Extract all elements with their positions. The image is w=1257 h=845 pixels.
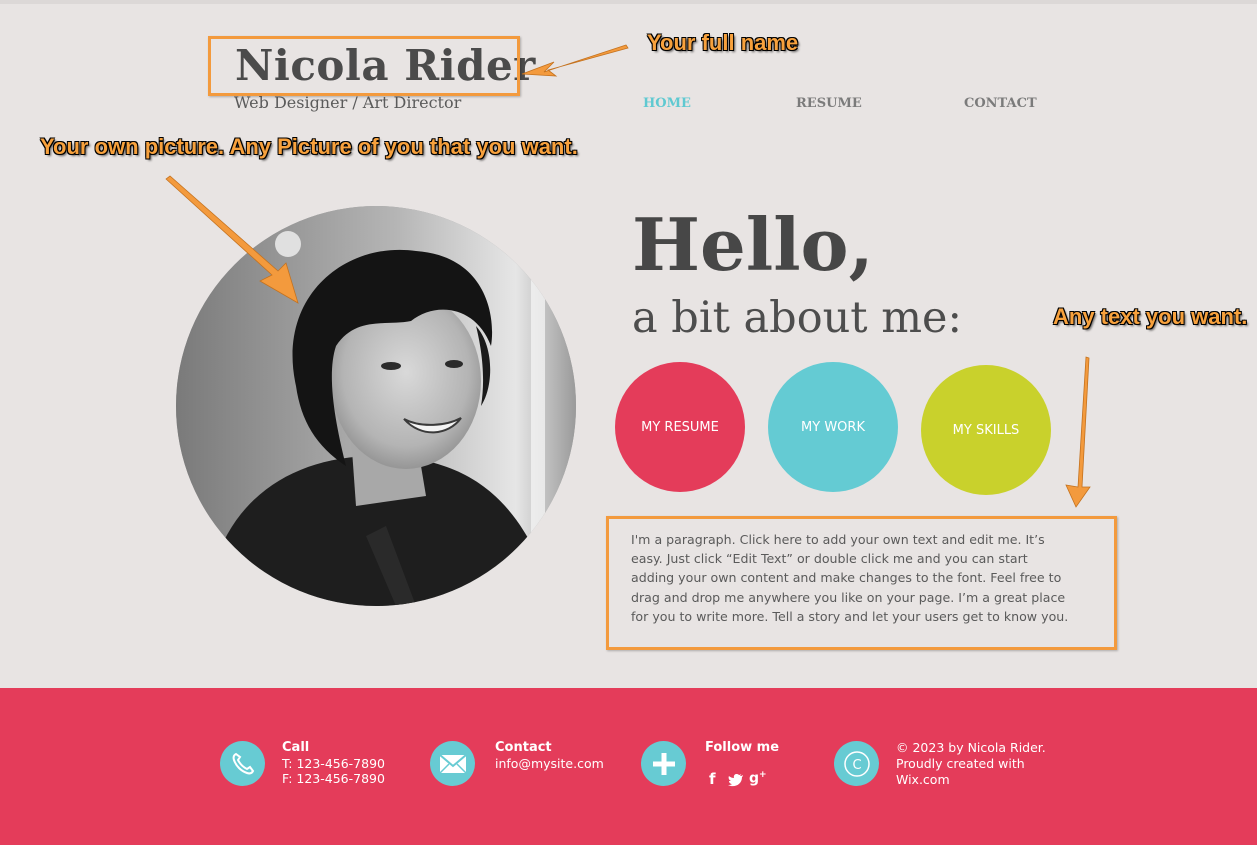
about-paragraph[interactable]: I'm a paragraph. Click here to add your … — [631, 530, 1071, 626]
call-fax: F: 123-456-7890 — [282, 771, 385, 786]
nav-home[interactable]: HOME — [643, 96, 691, 111]
annotation-arrow-name — [521, 44, 629, 77]
svg-text:C: C — [852, 758, 861, 773]
twitter-icon[interactable] — [728, 773, 744, 787]
contact-heading: Contact — [495, 740, 552, 755]
annotation-name-box — [208, 36, 520, 96]
nav-contact[interactable]: CONTACT — [964, 96, 1037, 111]
contact-email[interactable]: info@mysite.com — [495, 756, 604, 772]
copyright-line-3[interactable]: Wix.com — [896, 772, 950, 788]
google-plus-icon[interactable]: g+ — [749, 770, 767, 787]
top-shadow — [0, 0, 1257, 4]
copyright-icon: C — [834, 741, 879, 786]
annotation-arrow-text — [1065, 356, 1091, 508]
annotation-picture-label: Your own picture. Any Picture of you tha… — [40, 134, 578, 159]
annotation-name-label: Your full name — [647, 30, 799, 55]
call-phone: T: 123-456-7890 — [282, 756, 385, 771]
my-work-button[interactable]: MY WORK — [768, 362, 898, 492]
my-skills-button[interactable]: MY SKILLS — [921, 365, 1051, 495]
hero-greeting: Hello, — [632, 202, 874, 287]
envelope-icon[interactable] — [430, 741, 475, 786]
annotation-arrow-picture — [165, 175, 299, 304]
plus-icon[interactable] — [641, 741, 686, 786]
copyright-line-2: Proudly created with — [896, 756, 1025, 771]
call-heading: Call — [282, 740, 310, 755]
follow-heading: Follow me — [705, 740, 780, 755]
facebook-icon[interactable]: f — [709, 770, 716, 788]
my-resume-button[interactable]: MY RESUME — [615, 362, 745, 492]
annotation-text-label: Any text you want. — [1053, 304, 1248, 329]
copyright-line-1: © 2023 by Nicola Rider. — [896, 740, 1046, 755]
hero-subheading: a bit about me: — [632, 293, 962, 343]
nav-resume[interactable]: RESUME — [796, 96, 862, 111]
footer — [0, 688, 1257, 845]
phone-icon[interactable] — [220, 741, 265, 786]
